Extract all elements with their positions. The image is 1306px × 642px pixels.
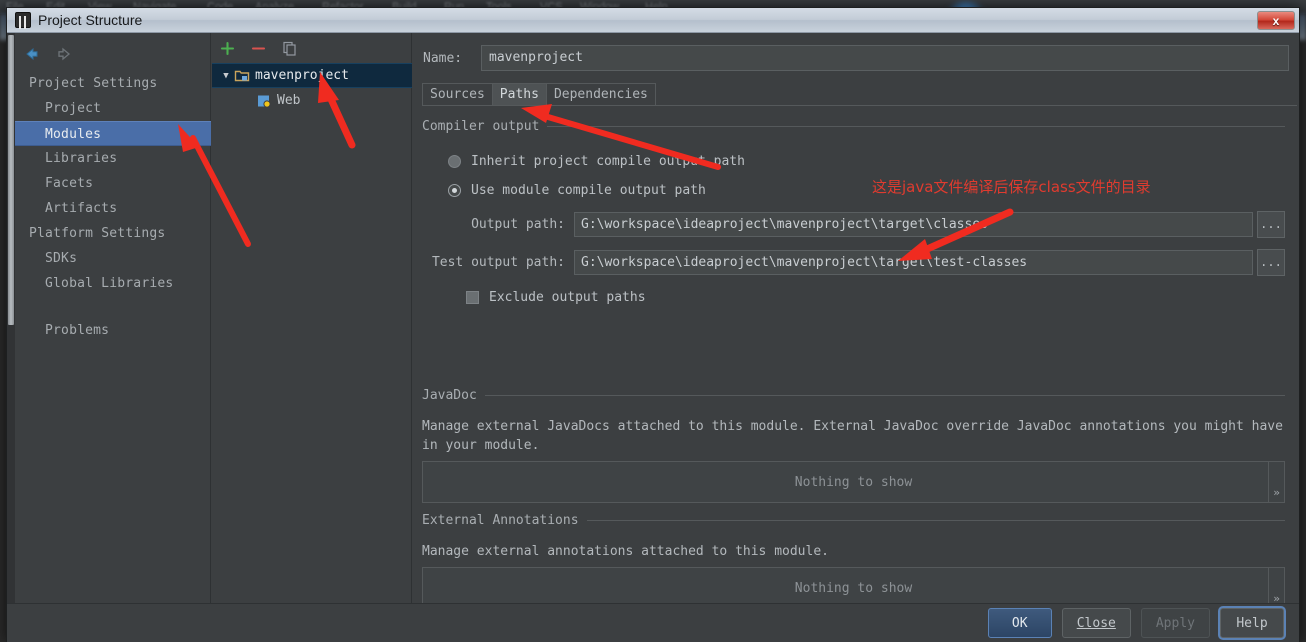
tree-node-label: Web — [277, 93, 301, 108]
tree-node-mavenproject[interactable]: ▼ mavenproject — [212, 63, 412, 88]
javadoc-empty-box[interactable]: Nothing to show » — [422, 461, 1285, 503]
sidebar-item-problems[interactable]: Problems — [15, 318, 211, 343]
output-path-label: Output path: — [471, 217, 565, 232]
apply-button: Apply — [1140, 608, 1210, 638]
left-scrollbar-track[interactable] — [7, 33, 15, 603]
section-rule — [547, 126, 1285, 127]
project-structure-dialog: Project Structure x Project Settings Pro… — [6, 7, 1300, 642]
tree-node-web[interactable]: Web — [212, 88, 412, 113]
javadoc-section: JavaDoc Manage external JavaDocs attache… — [422, 388, 1285, 503]
module-folder-icon — [234, 68, 250, 84]
sidebar-item-artifacts[interactable]: Artifacts — [15, 196, 211, 221]
test-output-path-label: Test output path: — [431, 255, 565, 270]
sidebar-item-global-libraries[interactable]: Global Libraries — [15, 271, 211, 296]
remove-module-button[interactable] — [250, 40, 267, 57]
tab-sources[interactable]: Sources — [422, 83, 493, 105]
web-facet-icon — [256, 93, 272, 109]
output-path-row: Output path: G:\workspace\ideaproject\ma… — [422, 211, 1285, 238]
output-path-browse-button[interactable]: ... — [1257, 211, 1285, 238]
module-settings-content: Name: mavenproject Sources Paths Depende… — [413, 33, 1299, 609]
help-button[interactable]: Help — [1220, 608, 1284, 638]
sidebar-group-platform-settings: Platform Settings — [29, 226, 166, 241]
radio-use-module-output[interactable]: Use module compile output path — [448, 183, 1285, 198]
chevron-down-icon[interactable]: ▼ — [218, 71, 234, 81]
close-dialog-button[interactable]: Close — [1061, 608, 1131, 638]
radio-label: Inherit project compile output path — [471, 154, 745, 169]
test-output-path-browse-button[interactable]: ... — [1257, 249, 1285, 276]
javadoc-expand-button[interactable]: » — [1268, 462, 1284, 502]
dialog-body: Project Settings Project Modules Librari… — [7, 33, 1299, 642]
sidebar-group-project-settings: Project Settings — [29, 76, 158, 91]
add-module-button[interactable] — [219, 40, 236, 57]
sidebar-item-project[interactable]: Project — [15, 96, 211, 121]
module-tree-toolbar — [212, 33, 412, 63]
left-scrollbar-thumb[interactable] — [8, 35, 14, 325]
module-name-label: Name: — [423, 50, 463, 66]
sidebar-item-modules[interactable]: Modules — [15, 121, 211, 146]
ok-button[interactable]: OK — [987, 608, 1052, 638]
external-annotations-title: External Annotations — [422, 513, 1285, 528]
radio-inherit-project-output[interactable]: Inherit project compile output path — [448, 154, 1285, 169]
sidebar-divider — [15, 296, 211, 318]
radio-label: Use module compile output path — [471, 183, 706, 198]
copy-module-button[interactable] — [281, 40, 298, 57]
checkbox-icon[interactable] — [466, 291, 479, 304]
close-button-label: Close — [1076, 615, 1116, 631]
settings-sidebar: Project Settings Project Modules Librari… — [15, 33, 211, 603]
module-tabs: Sources Paths Dependencies — [422, 83, 1297, 106]
sidebar-item-libraries[interactable]: Libraries — [15, 146, 211, 171]
dialog-footer: OK Close Apply Help — [7, 603, 1299, 642]
back-arrow-icon[interactable] — [23, 45, 41, 63]
module-name-row: Name: mavenproject — [423, 45, 1289, 71]
javadoc-empty-text: Nothing to show — [794, 474, 913, 490]
sidebar-item-facets[interactable]: Facets — [15, 171, 211, 196]
dialog-title: Project Structure — [38, 12, 143, 28]
compiler-output-section: Compiler output Inherit project compile … — [422, 119, 1285, 305]
sidebar-list: Project Settings Project Modules Librari… — [15, 71, 211, 343]
external-annotations-section: External Annotations Manage external ann… — [422, 513, 1285, 609]
test-output-path-input[interactable]: G:\workspace\ideaproject\mavenproject\ta… — [574, 250, 1253, 275]
forward-arrow-icon — [55, 45, 73, 63]
close-button[interactable]: x — [1257, 11, 1295, 30]
exclude-output-paths-row[interactable]: Exclude output paths — [466, 290, 1285, 305]
sidebar-item-sdks[interactable]: SDKs — [15, 246, 211, 271]
javadoc-description: Manage external JavaDocs attached to thi… — [422, 419, 1283, 453]
intellij-idea-icon — [15, 12, 31, 28]
test-output-path-row: Test output path: G:\workspace\ideaproje… — [422, 249, 1285, 276]
compiler-output-title: Compiler output — [422, 119, 1285, 134]
tab-paths[interactable]: Paths — [491, 83, 547, 105]
section-rule — [484, 395, 1285, 396]
module-tree-items: ▼ mavenproject Web — [212, 63, 412, 113]
section-rule — [586, 520, 1285, 521]
dialog-titlebar: Project Structure x — [7, 8, 1299, 33]
tab-dependencies[interactable]: Dependencies — [545, 83, 656, 105]
output-path-input[interactable]: G:\workspace\ideaproject\mavenproject\ta… — [574, 212, 1253, 237]
external-annotations-empty-text: Nothing to show — [794, 580, 913, 596]
tree-node-label: mavenproject — [255, 68, 349, 83]
module-name-input[interactable]: mavenproject — [481, 45, 1289, 71]
checkbox-label: Exclude output paths — [489, 290, 646, 305]
javadoc-title: JavaDoc — [422, 388, 1285, 403]
external-annotations-expand-button[interactable]: » — [1268, 568, 1284, 608]
navigation-arrows — [23, 45, 73, 63]
radio-button-icon[interactable] — [448, 155, 461, 168]
module-tree-panel: ▼ mavenproject Web — [212, 33, 412, 603]
radio-button-icon[interactable] — [448, 184, 461, 197]
external-annotations-description: Manage external annotations attached to … — [422, 544, 829, 559]
